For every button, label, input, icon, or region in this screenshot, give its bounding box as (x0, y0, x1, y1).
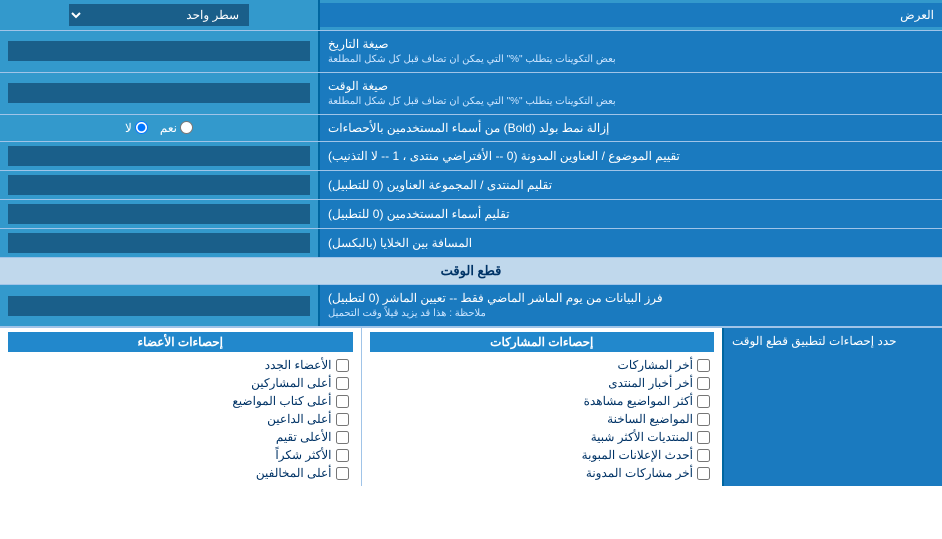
time-format-label: صيغة الوقت بعض التكوينات يتطلب "%" التي … (320, 73, 942, 114)
recent-topics-checkbox[interactable] (697, 413, 710, 426)
cutoff-section-header: قطع الوقت (0, 258, 942, 285)
time-format-sub-label: بعض التكوينات يتطلب "%" التي يمكن ان تضا… (328, 95, 616, 109)
bold-no-label[interactable]: لا (125, 121, 148, 135)
users-sort-row: تقليم أسماء المستخدمين (0 للتطبيل) 0 (0, 200, 942, 229)
similar-forums-label: المنتديات الأكثر شبية (591, 430, 693, 444)
latest-forum-label: أخر أخبار المنتدى (608, 376, 693, 390)
cutoff-data-row: فرز البيانات من يوم الماشر الماضي فقط --… (0, 285, 942, 327)
recent-posts-label: أخر المشاركات (618, 358, 693, 372)
top-submitters-label: أعلى الداعين (267, 412, 331, 426)
bold-radio-group: نعم لا (125, 121, 193, 135)
top-submitters-checkbox[interactable] (336, 413, 349, 426)
users-sort-input-wrapper: 0 (0, 200, 320, 228)
date-format-label: صيغة التاريخ بعض التكوينات يتطلب "%" الت… (320, 31, 942, 72)
cells-distance-row: المسافة بين الخلايا (بالبكسل) 2 (0, 229, 942, 258)
date-format-main-label: صيغة التاريخ (328, 36, 389, 53)
stats-item-new-members: الأعضاء الجدد (8, 356, 353, 374)
similar-forums-checkbox[interactable] (697, 431, 710, 444)
top-rated-label: الأعلى تقيم (276, 430, 332, 444)
bold-yes-text: نعم (160, 121, 177, 135)
stats-item-top-monitors: أعلى المخالفين (8, 464, 353, 482)
stats-item-recent-subscriptions: أخر مشاركات المدونة (370, 464, 715, 482)
stats-columns: إحصاءات المشاركات أخر المشاركات أخر أخبا… (0, 328, 722, 486)
display-row: العرض سطر واحد سطرين ثلاثة أسطر (0, 0, 942, 31)
recent-ads-checkbox[interactable] (697, 449, 710, 462)
stats-item-most-thanked: الأكثر شكراً (8, 446, 353, 464)
topics-sort-row: تقييم الموضوع / العناوين المدونة (0 -- ا… (0, 142, 942, 171)
stats-item-top-rated: الأعلى تقيم (8, 428, 353, 446)
time-format-row: صيغة الوقت بعض التكوينات يتطلب "%" التي … (0, 73, 942, 115)
forum-group-sort-input-wrapper: 33 (0, 171, 320, 199)
recent-subscriptions-label: أخر مشاركات المدونة (586, 466, 693, 480)
cutoff-data-label: فرز البيانات من يوم الماشر الماضي فقط --… (320, 285, 942, 326)
most-thanked-label: الأكثر شكراً (275, 448, 331, 462)
stats-item-recent-posts: أخر المشاركات (370, 356, 715, 374)
most-thanked-checkbox[interactable] (336, 449, 349, 462)
time-format-input[interactable]: H:i (8, 83, 310, 103)
top-monitors-label: أعلى المخالفين (256, 466, 332, 480)
top-posters-checkbox[interactable] (336, 377, 349, 390)
main-container: العرض سطر واحد سطرين ثلاثة أسطر صيغة الت… (0, 0, 942, 486)
stats-section-label: حدد إحصاءات لتطبيق قطع الوقت (722, 328, 942, 486)
recent-topics-label: المواضيع الساخنة (607, 412, 693, 426)
recent-subscriptions-checkbox[interactable] (697, 467, 710, 480)
top-authors-checkbox[interactable] (336, 395, 349, 408)
cells-distance-input-wrapper: 2 (0, 229, 320, 257)
date-format-input[interactable]: d-m (8, 41, 310, 61)
cells-distance-label: المسافة بين الخلايا (بالبكسل) (320, 229, 942, 257)
most-viewed-label: أكثر المواضيع مشاهدة (584, 394, 693, 408)
cutoff-data-input-wrapper: 0 (0, 285, 320, 326)
stats-item-recent-ads: أحدث الإعلانات المبوبة (370, 446, 715, 464)
topics-sort-input[interactable]: 33 (8, 146, 310, 166)
stats-section: حدد إحصاءات لتطبيق قطع الوقت إحصاءات الم… (0, 327, 942, 486)
stats-item-similar-forums: المنتديات الأكثر شبية (370, 428, 715, 446)
bold-no-radio[interactable] (135, 121, 148, 134)
stats-col-members: إحصاءات الأعضاء الأعضاء الجدد أعلى المشا… (0, 328, 361, 486)
cutoff-data-note: ملاحظة : هذا قد يزيد قيلاً وقت التحميل (328, 307, 486, 321)
most-viewed-checkbox[interactable] (697, 395, 710, 408)
bold-format-input-wrapper: نعم لا (0, 115, 320, 142)
cutoff-data-main-label: فرز البيانات من يوم الماشر الماضي فقط --… (328, 290, 663, 307)
time-format-main-label: صيغة الوقت (328, 78, 388, 95)
display-select-wrapper: سطر واحد سطرين ثلاثة أسطر (0, 0, 320, 30)
topics-sort-input-wrapper: 33 (0, 142, 320, 170)
latest-forum-checkbox[interactable] (697, 377, 710, 390)
date-format-sub-label: بعض التكوينات يتطلب "%" التي يمكن ان تضا… (328, 53, 616, 67)
bold-yes-label[interactable]: نعم (160, 121, 193, 135)
users-sort-input[interactable]: 0 (8, 204, 310, 224)
forum-group-sort-input[interactable]: 33 (8, 175, 310, 195)
bold-format-row: إزالة نمط بولد (Bold) من أسماء المستخدمي… (0, 115, 942, 143)
recent-ads-label: أحدث الإعلانات المبوبة (582, 448, 693, 462)
bold-yes-radio[interactable] (180, 121, 193, 134)
date-format-row: صيغة التاريخ بعض التكوينات يتطلب "%" الت… (0, 31, 942, 73)
stats-item-top-posters: أعلى المشاركين (8, 374, 353, 392)
display-select[interactable]: سطر واحد سطرين ثلاثة أسطر (69, 4, 249, 26)
stats-item-most-viewed: أكثر المواضيع مشاهدة (370, 392, 715, 410)
topics-sort-label: تقييم الموضوع / العناوين المدونة (0 -- ا… (320, 142, 942, 170)
new-members-checkbox[interactable] (336, 359, 349, 372)
users-sort-label: تقليم أسماء المستخدمين (0 للتطبيل) (320, 200, 942, 228)
forum-group-sort-row: تقليم المنتدى / المجموعة العناوين (0 للت… (0, 171, 942, 200)
stats-item-top-authors: أعلى كتاب المواضيع (8, 392, 353, 410)
bold-format-label: إزالة نمط بولد (Bold) من أسماء المستخدمي… (320, 115, 942, 142)
bold-no-text: لا (125, 121, 132, 135)
stats-item-recent-topics: المواضيع الساخنة (370, 410, 715, 428)
cutoff-data-input[interactable]: 0 (8, 296, 310, 316)
display-label: العرض (320, 3, 942, 27)
stats-item-top-submitters: أعلى الداعين (8, 410, 353, 428)
stats-col-members-header: إحصاءات الأعضاء (8, 332, 353, 352)
date-format-input-wrapper: d-m (0, 31, 320, 72)
stats-col-posts: إحصاءات المشاركات أخر المشاركات أخر أخبا… (361, 328, 723, 486)
top-posters-label: أعلى المشاركين (251, 376, 331, 390)
recent-posts-checkbox[interactable] (697, 359, 710, 372)
cells-distance-input[interactable]: 2 (8, 233, 310, 253)
stats-col-posts-header: إحصاءات المشاركات (370, 332, 715, 352)
top-authors-label: أعلى كتاب المواضيع (232, 394, 331, 408)
top-monitors-checkbox[interactable] (336, 467, 349, 480)
new-members-label: الأعضاء الجدد (265, 358, 332, 372)
forum-group-sort-label: تقليم المنتدى / المجموعة العناوين (0 للت… (320, 171, 942, 199)
stats-item-latest-forum: أخر أخبار المنتدى (370, 374, 715, 392)
time-format-input-wrapper: H:i (0, 73, 320, 114)
top-rated-checkbox[interactable] (336, 431, 349, 444)
